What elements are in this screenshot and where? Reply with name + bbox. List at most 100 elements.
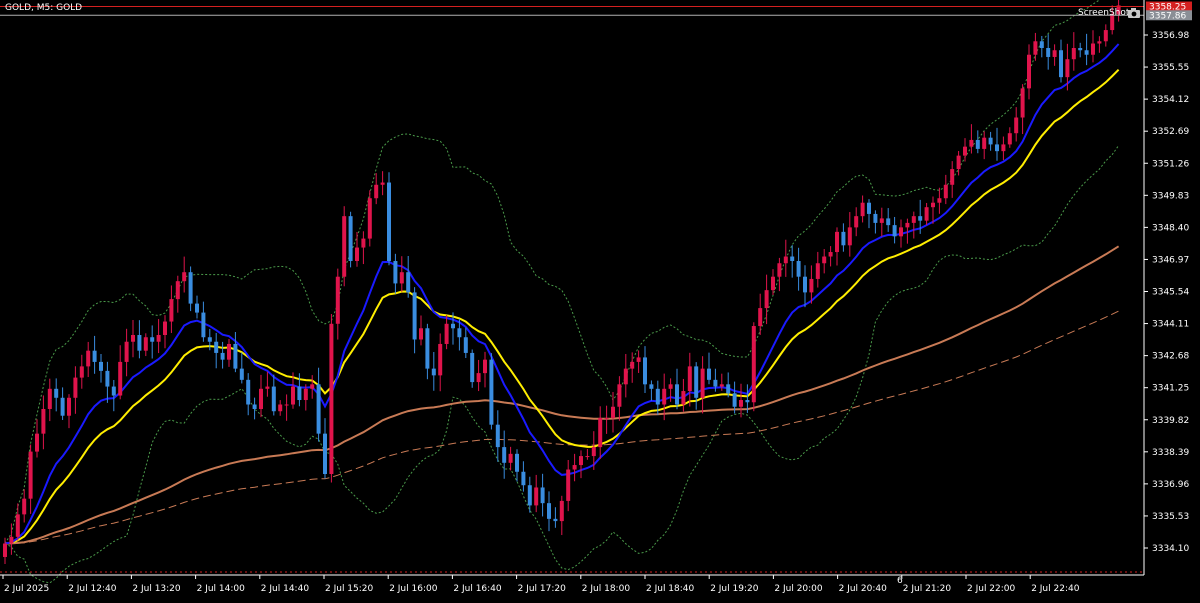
candle-body <box>809 278 814 293</box>
candle <box>35 419 39 458</box>
candle-body <box>355 247 359 262</box>
candle-body <box>879 218 884 223</box>
candle <box>412 287 417 354</box>
y-tick-label: 3335.53 <box>1152 512 1189 522</box>
candle-body <box>118 361 123 396</box>
x-tick-label: 2 Jul 12:40 <box>68 584 117 594</box>
x-tick-label: 2 Jul 14:00 <box>197 584 246 594</box>
camera-icon[interactable] <box>1127 8 1141 18</box>
candle <box>355 231 359 267</box>
y-tick-label: 3336.96 <box>1152 480 1189 490</box>
candle <box>316 367 321 442</box>
candle-body <box>694 366 699 398</box>
candle-body <box>515 453 519 472</box>
y-tick-label: 3341.25 <box>1152 384 1189 394</box>
candle-body <box>1078 48 1083 51</box>
candle-body <box>310 384 315 389</box>
candle-body <box>937 198 942 203</box>
candle <box>124 328 129 377</box>
candle-body <box>495 424 500 448</box>
candle <box>700 356 705 414</box>
candle <box>329 313 334 483</box>
candle <box>617 376 622 421</box>
x-tick-label: 2 Jul 22:00 <box>967 584 1016 594</box>
moving-averages <box>4 43 1120 545</box>
candle-body <box>227 343 231 360</box>
candle <box>92 335 97 374</box>
candle-body <box>777 263 782 277</box>
candle-body <box>649 384 654 389</box>
candle-body <box>803 276 807 293</box>
candle <box>521 461 526 492</box>
candle <box>854 207 859 237</box>
candle-body <box>137 334 142 351</box>
candle <box>156 319 161 354</box>
candle <box>41 395 46 450</box>
candle <box>335 268 340 340</box>
candle <box>406 255 411 298</box>
candle-body <box>1039 41 1044 49</box>
candle-body <box>47 388 52 409</box>
candle <box>86 341 91 378</box>
candle-body <box>182 272 187 282</box>
candle-body <box>374 184 379 199</box>
candle-body <box>950 169 955 185</box>
candle <box>1097 36 1102 53</box>
candle <box>783 239 788 277</box>
candle <box>598 406 603 459</box>
candle-body <box>527 485 532 506</box>
candle-body <box>713 379 718 387</box>
candle <box>79 354 84 389</box>
candle <box>419 315 423 346</box>
price-chart[interactable]: 3356.98 3355.55 3354.12 3352.69 3351.26 3349.… <box>0 0 1200 600</box>
candle-body <box>662 388 667 405</box>
candle-body <box>995 144 999 152</box>
candle-body <box>867 202 871 214</box>
y-tick-label: 3351.26 <box>1152 159 1189 169</box>
candle <box>585 449 590 460</box>
candle-body <box>835 231 839 253</box>
candle-body <box>822 256 827 264</box>
candle-body <box>623 368 628 385</box>
candle <box>1007 127 1012 148</box>
candle <box>73 366 78 414</box>
candle <box>1014 107 1019 142</box>
candle <box>924 202 929 226</box>
candle <box>841 223 846 252</box>
candle-body <box>271 386 276 412</box>
candle-body <box>451 323 455 329</box>
candle-body <box>643 357 647 385</box>
candle-body <box>796 261 801 277</box>
candle <box>636 350 641 373</box>
candle-body <box>982 137 987 149</box>
candle-body <box>1059 50 1063 78</box>
candle <box>118 345 123 400</box>
candle-body <box>860 202 865 217</box>
candle-body <box>419 328 423 340</box>
candle-body <box>579 456 583 466</box>
candle <box>1052 44 1057 66</box>
candle <box>399 256 404 292</box>
candle-body <box>1033 41 1038 55</box>
x-tick-label: 2 Jul 13:20 <box>132 584 181 594</box>
candle-body <box>739 400 743 407</box>
x-tick-label: 2 Jul 18:40 <box>646 584 695 594</box>
candle-body <box>79 366 84 378</box>
candle-body <box>438 343 443 376</box>
chart-area[interactable]: 3356.98 3355.55 3354.12 3352.69 3351.26 3349.… <box>0 0 1200 600</box>
candle-body <box>284 404 289 406</box>
candle <box>60 387 65 420</box>
candle <box>227 339 231 367</box>
candle-body <box>1052 50 1057 57</box>
x-tick-label: 2 Jul 19:20 <box>710 584 759 594</box>
candle <box>374 173 379 205</box>
candle <box>835 227 839 266</box>
screenshot-label[interactable]: ScreenShot <box>1078 8 1129 18</box>
candle-body <box>1020 88 1025 118</box>
candle-body <box>630 361 635 369</box>
candle <box>847 212 852 257</box>
candle <box>547 491 551 532</box>
candle-body <box>297 386 302 401</box>
candle-body <box>1046 48 1051 57</box>
candle-body <box>975 139 980 149</box>
